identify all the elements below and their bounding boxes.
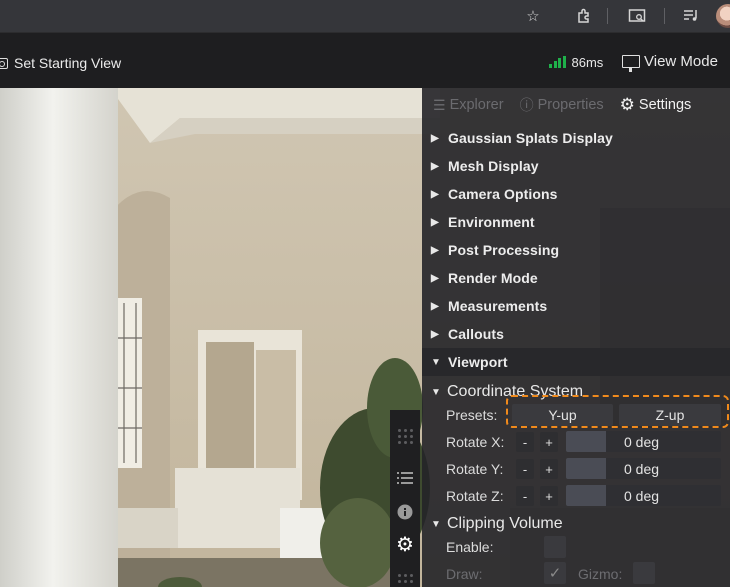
tab-properties[interactable]: ⓘ Properties [520,95,604,115]
enable-label: Enable: [446,539,494,555]
section-label: Gaussian Splats Display [448,130,613,146]
expand-arrow-icon: ▶ [431,160,439,172]
set-starting-view-label: Set Starting View [14,55,122,71]
settings-panel: ☰ Explorer ⓘ Properties ⚙ Settings ▶ Gaus… [422,88,730,587]
rotate-y-decrement-button[interactable]: - [516,459,534,479]
y-up-button[interactable]: Y-up [512,404,613,426]
rotate-z-increment-button[interactable]: + [540,486,558,506]
gear-icon: ⚙ [619,95,635,114]
clipping-volume-title: Clipping Volume [447,515,563,532]
section-label: Callouts [448,326,505,342]
section-gaussian-splats-display[interactable]: ▶ Gaussian Splats Display [422,124,730,152]
monitor-icon [622,55,640,72]
section-measurements[interactable]: ▶ Measurements [422,292,730,320]
expand-arrow-icon: ▶ [431,216,439,228]
expand-arrow-icon: ▶ [431,300,439,312]
latency-value: 86ms [571,55,604,70]
signal-bars-icon [549,56,566,68]
slider-fill [566,485,606,506]
avatar[interactable] [716,4,730,28]
tab-settings[interactable]: ⚙ Settings [620,95,692,115]
rotate-z-label: Rotate Z: [446,488,504,504]
app-toolbar: Set Starting View 86ms View Mode [0,32,730,88]
rotate-z-decrement-button[interactable]: - [516,486,534,506]
info-icon[interactable] [395,502,415,522]
list-icon: ☰ [433,96,446,113]
section-mesh-display[interactable]: ▶ Mesh Display [422,152,730,180]
expand-arrow-icon: ▶ [431,272,439,284]
rotate-y-label: Rotate Y: [446,461,504,477]
view-mode-button[interactable]: View Mode [622,53,718,72]
draw-label: Draw: [446,566,483,582]
info-icon: ⓘ [519,97,534,113]
rotate-x-label: Rotate X: [446,434,505,450]
tab-properties-label: Properties [537,97,604,113]
section-label: Environment [448,214,535,230]
panel-tabs: ☰ Explorer ⓘ Properties ⚙ Settings [422,88,730,122]
enable-checkbox[interactable] [544,536,566,558]
section-viewport[interactable]: ▼ Viewport [422,348,730,376]
cast-icon[interactable] [627,6,647,26]
section-label: Measurements [448,298,548,314]
z-up-button[interactable]: Z-up [619,404,721,426]
section-label: Render Mode [448,270,538,286]
expand-arrow-icon: ▶ [431,328,439,340]
set-starting-view-button[interactable]: Set Starting View [0,55,121,71]
camera-icon [0,57,8,69]
tab-explorer[interactable]: ☰ Explorer [433,97,504,114]
rotate-x-decrement-button[interactable]: - [516,432,534,452]
section-environment[interactable]: ▶ Environment [422,208,730,236]
view-mode-label: View Mode [644,53,718,70]
slider-fill [566,431,606,452]
section-label: Mesh Display [448,158,539,174]
rotate-z-value: 0 deg [624,488,660,504]
presets-label: Presets: [446,407,498,423]
star-icon[interactable]: ☆ [523,6,543,26]
latency-indicator: 86ms [549,55,603,70]
drag-grip-icon[interactable] [395,426,415,446]
expand-arrow-icon: ▶ [431,188,439,200]
tab-explorer-label: Explorer [449,97,504,113]
section-callouts[interactable]: ▶ Callouts [422,320,730,348]
gear-icon[interactable]: ⚙ [395,534,415,556]
rotate-y-value: 0 deg [624,461,660,477]
section-post-processing[interactable]: ▶ Post Processing [422,236,730,264]
expand-arrow-icon: ▶ [431,132,439,144]
slider-fill [566,458,606,479]
collapse-arrow-icon: ▼ [431,386,441,398]
section-camera-options[interactable]: ▶ Camera Options [422,180,730,208]
toolbar-divider [607,8,608,24]
section-label: Viewport [448,354,508,370]
rotate-y-slider[interactable]: 0 deg [566,458,721,479]
gizmo-label: Gizmo: [578,566,623,582]
collapse-arrow-icon: ▼ [431,356,441,368]
rotate-x-value: 0 deg [624,434,660,450]
settings-sections: ▶ Gaussian Splats Display ▶ Mesh Display ▶… [422,124,730,376]
extensions-icon[interactable] [574,6,594,26]
media-queue-icon[interactable] [681,6,701,26]
rotate-x-increment-button[interactable]: + [540,432,558,452]
section-label: Post Processing [448,242,560,258]
tab-settings-label: Settings [638,97,692,113]
toolbar-divider [664,8,665,24]
drag-grip-icon[interactable] [395,568,415,587]
section-render-mode[interactable]: ▶ Render Mode [422,264,730,292]
rotate-z-slider[interactable]: 0 deg [566,485,721,506]
checkmark-icon: ✓ [548,565,562,582]
rotate-x-slider[interactable]: 0 deg [566,431,721,452]
collapse-arrow-icon: ▼ [431,518,441,530]
draw-checkbox[interactable]: ✓ [544,562,566,584]
clipping-volume-toggle[interactable]: ▼ Clipping Volume [431,515,563,533]
list-icon[interactable] [395,468,415,488]
tool-rail: ⚙ [390,410,420,587]
section-label: Camera Options [448,186,558,202]
gizmo-checkbox[interactable] [633,562,655,584]
expand-arrow-icon: ▶ [431,244,439,256]
rotate-y-increment-button[interactable]: + [540,459,558,479]
browser-toolbar: ☆ [0,0,730,32]
